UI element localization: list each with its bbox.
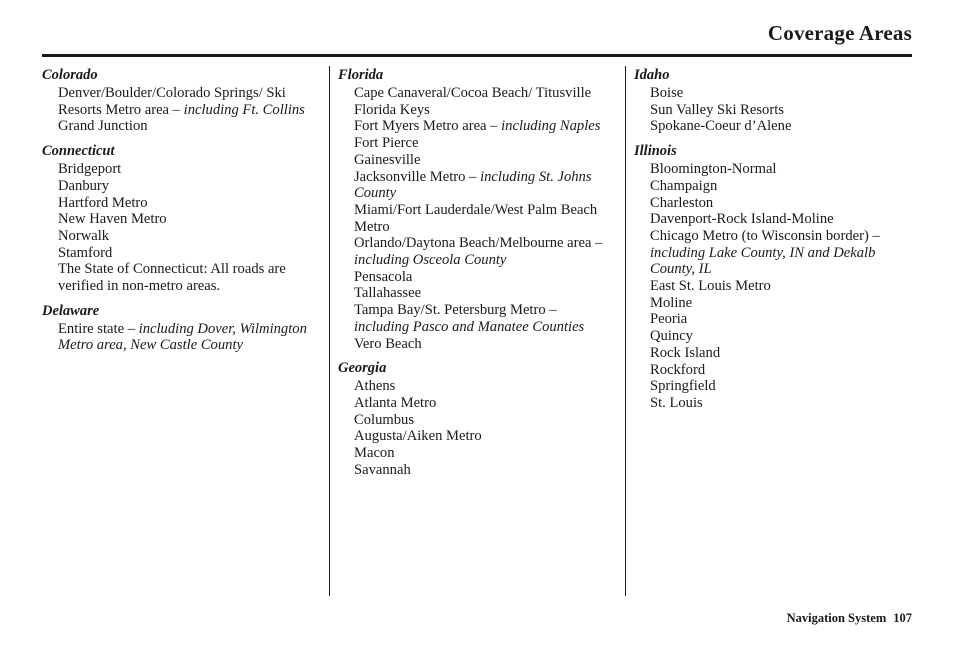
column-divider-1: [329, 66, 330, 596]
state-block: Colorado Denver/Boulder/Colorado Springs/…: [42, 66, 314, 135]
page-number: 107: [893, 611, 912, 625]
city-list-item: Rock Island: [650, 344, 721, 361]
state-name: Connecticut: [42, 143, 115, 160]
city-list-item: Bloomington-Normal: [650, 161, 777, 178]
city-list-item: Jacksonville Metro – including St. Johns…: [354, 168, 592, 202]
city-list-item: The State of Connecticut: All roads are …: [58, 261, 286, 295]
city-list-item: Hartford Metro: [58, 194, 148, 211]
city-list-item: Grand Junction: [58, 118, 148, 135]
state-name: Delaware: [42, 302, 100, 319]
city-list-item: Tampa Bay/St. Petersburg Metro – includi…: [354, 302, 585, 335]
city-list-item: Macon: [354, 445, 395, 462]
page-footer: Navigation System 107: [42, 610, 912, 626]
city-list-item: Danbury: [58, 177, 110, 194]
state-name: Idaho: [634, 67, 670, 83]
city-list-item: Fort Myers Metro area – including Naples: [354, 118, 601, 135]
state-name: Florida: [338, 67, 384, 83]
state-block: Delaware Entire state – including Dover, …: [42, 302, 314, 354]
page-title: Coverage Areas: [767, 21, 912, 45]
coverage-column-3: Idaho Boise Sun Valley Ski Resorts Spokane-…: [634, 66, 906, 419]
city-list-item: Norwalk: [58, 227, 110, 244]
state-name: Colorado: [42, 67, 98, 83]
city-list-item: Quincy: [650, 328, 693, 345]
state-block: Illinois Bloomington-Normal Champaign Charl…: [634, 142, 906, 412]
city-list-item: Moline: [650, 294, 693, 311]
city-list: Bloomington-Normal Champaign Charleston Dav…: [634, 161, 906, 412]
city-list-item: Peoria: [650, 311, 688, 328]
city-list-item: New Haven Metro: [58, 211, 167, 228]
coverage-column-1: Colorado Denver/Boulder/Colorado Springs/…: [42, 66, 314, 361]
city-list-item: Entire state – including Dover, Wilmingt…: [58, 320, 307, 354]
city-list: Denver/Boulder/Colorado Springs/ Ski Res…: [42, 85, 314, 135]
city-list-item: Stamford: [58, 244, 113, 261]
city-list-item: Florida Keys: [354, 101, 430, 118]
state-block: Connecticut Bridgeport Danbury Hartford Met…: [42, 142, 314, 295]
city-list-item: Gainesville: [354, 151, 421, 168]
city-list-item: Athens: [354, 378, 396, 395]
city-list-item: Boise: [650, 85, 684, 101]
state-block: Idaho Boise Sun Valley Ski Resorts Spokane-…: [634, 66, 906, 135]
state-name: Georgia: [338, 360, 387, 377]
footer-label: Navigation System: [786, 611, 887, 625]
coverage-columns: Colorado Denver/Boulder/Colorado Springs/…: [42, 66, 912, 598]
city-list-item: Springfield: [650, 378, 716, 395]
city-list-item: Bridgeport: [58, 161, 122, 178]
city-list-item: Davenport-Rock Island-Moline: [650, 211, 834, 228]
city-list-item: Atlanta Metro: [354, 394, 437, 411]
city-list-item: Pensacola: [354, 268, 413, 285]
state-name: Illinois: [634, 143, 677, 160]
city-list-item: Denver/Boulder/Colorado Springs/ Ski Res…: [58, 85, 305, 118]
city-list: Athens Atlanta Metro Columbus Augusta/Aiken…: [338, 378, 610, 478]
city-list-item: Columbus: [354, 411, 415, 428]
city-list-item: Spokane-Coeur d’Alene: [650, 118, 792, 135]
state-block: Florida Cape Canaveral/Cocoa Beach/ Titus…: [338, 66, 610, 352]
city-list-item: Savannah: [354, 461, 411, 478]
coverage-column-2: Florida Cape Canaveral/Cocoa Beach/ Titus…: [338, 66, 610, 485]
city-list-item: East St. Louis Metro: [650, 278, 771, 295]
city-list-item: Tallahassee: [354, 285, 422, 302]
city-list-item: Charleston: [650, 194, 714, 211]
header-divider-rule: [42, 54, 912, 57]
city-list-item: Vero Beach: [354, 335, 422, 352]
city-list-item: Augusta/Aiken Metro: [354, 428, 482, 445]
city-list-item: Sun Valley Ski Resorts: [650, 101, 784, 118]
city-list: Bridgeport Danbury Hartford Metro New Haven…: [42, 161, 314, 295]
document-page: Coverage Areas Colorado Denver/Boulder/Co…: [0, 0, 954, 652]
city-list-item: Fort Pierce: [354, 135, 419, 152]
city-list: Boise Sun Valley Ski Resorts Spokane-Coeur…: [634, 85, 906, 135]
page-header: Coverage Areas: [42, 20, 912, 58]
city-list-item: Orlando/Daytona Beach/Melbourne area – i…: [354, 235, 603, 269]
city-list-item: Cape Canaveral/Cocoa Beach/ Titusville: [354, 85, 592, 101]
city-list-item: Miami/Fort Lauderdale/West Palm Beach Me…: [354, 201, 598, 235]
city-list: Entire state – including Dover, Wilmingt…: [42, 321, 314, 354]
column-divider-2: [625, 66, 626, 596]
city-list-item: Chicago Metro (to Wisconsin border) – in…: [650, 227, 880, 278]
state-block: Georgia Athens Atlanta Metro Columbus August…: [338, 359, 610, 478]
city-list-item: Rockford: [650, 361, 706, 378]
city-list: Cape Canaveral/Cocoa Beach/ Titusville Fl…: [338, 85, 610, 352]
city-list-item: St. Louis: [650, 394, 703, 411]
city-list-item: Champaign: [650, 177, 718, 194]
